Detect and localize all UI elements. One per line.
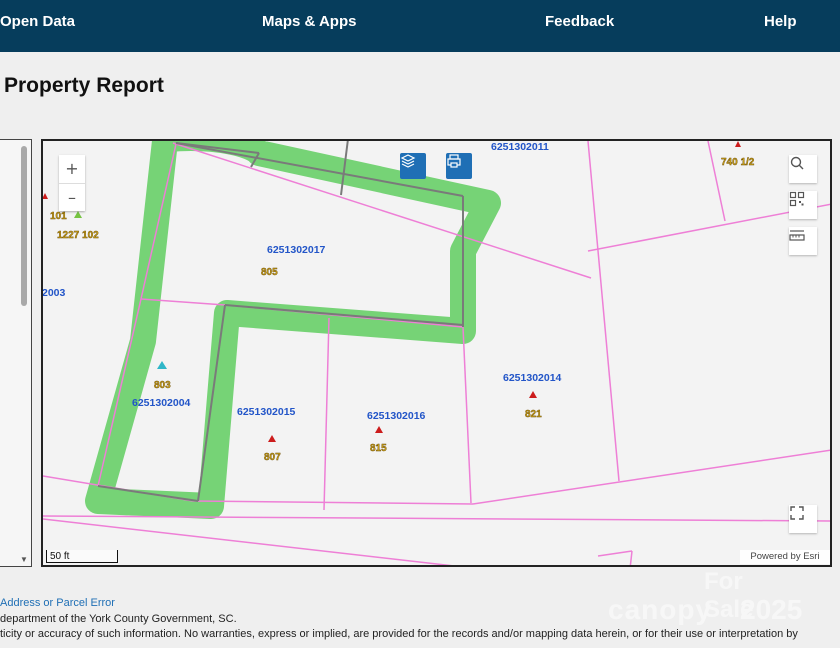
parcel-id-label: 2003 — [43, 287, 66, 299]
search-button[interactable] — [789, 155, 817, 183]
parcel-id-label: 6251302004 — [132, 397, 191, 409]
nav-maps-apps[interactable]: Maps & Apps — [262, 13, 356, 30]
page-title: Property Report — [4, 74, 164, 97]
parcel-id-label: 6251302016 — [367, 410, 426, 422]
zoom-control: + – — [59, 155, 85, 211]
print-button[interactable] — [446, 153, 472, 179]
parcel-id-label: 6251302015 — [237, 406, 296, 418]
scale-bar: 50 ft — [46, 550, 118, 563]
watermark-year: 2025 — [740, 594, 803, 625]
address-label: 815 — [370, 443, 387, 454]
map-canvas: 6251302011 6251302017 6251302004 6251302… — [43, 141, 830, 565]
qr-code-button[interactable] — [789, 191, 817, 219]
search-icon — [790, 156, 804, 170]
zoom-in-button[interactable]: + — [59, 155, 85, 183]
address-label: 805 — [261, 267, 278, 278]
layers-button[interactable] — [400, 153, 426, 179]
address-marker — [375, 426, 383, 433]
parcel-id-label: 6251302014 — [503, 372, 562, 384]
address-label: 807 — [264, 452, 281, 463]
address-marker — [735, 141, 741, 147]
address-label: 803 — [154, 380, 171, 391]
measure-button[interactable] — [789, 227, 817, 255]
layers-icon — [400, 154, 416, 168]
fullscreen-button[interactable] — [789, 505, 817, 533]
print-icon — [447, 154, 461, 168]
address-marker — [74, 211, 82, 218]
qr-code-icon — [789, 191, 805, 207]
address-marker — [43, 193, 48, 199]
watermark-brand: canopy — [608, 594, 713, 625]
address-label: 101 — [50, 211, 67, 222]
disclaimer-line-1: department of the York County Government… — [0, 613, 237, 625]
top-navigation-bar: Open Data Maps & Apps Feedback Help — [0, 0, 840, 52]
address-marker — [268, 435, 276, 442]
parcel-id-label: 6251302017 — [267, 244, 326, 256]
panel-scrollbar[interactable] — [21, 146, 27, 306]
parcel-id-label: 6251302011 — [491, 141, 549, 153]
measure-icon — [789, 230, 805, 241]
nav-help[interactable]: Help — [764, 13, 797, 30]
fullscreen-icon — [790, 506, 804, 520]
address-marker — [157, 361, 167, 369]
report-error-link[interactable]: Address or Parcel Error — [0, 597, 115, 609]
zoom-out-button[interactable]: – — [59, 183, 85, 212]
map-attribution: Powered by Esri — [740, 550, 830, 564]
parcel-map[interactable]: 6251302011 6251302017 6251302004 6251302… — [41, 139, 832, 567]
address-label: 740 1/2 — [721, 157, 755, 168]
scroll-down-arrow-icon[interactable]: ▼ — [20, 555, 28, 564]
address-marker — [529, 391, 537, 398]
disclaimer-line-2: ticity or accuracy of such information. … — [0, 628, 798, 640]
nav-open-data[interactable]: Open Data — [0, 13, 75, 30]
address-label: 821 — [525, 409, 542, 420]
address-label: 1227 102 — [57, 230, 99, 241]
details-panel[interactable]: ▼ — [0, 139, 32, 567]
nav-feedback[interactable]: Feedback — [545, 13, 614, 30]
